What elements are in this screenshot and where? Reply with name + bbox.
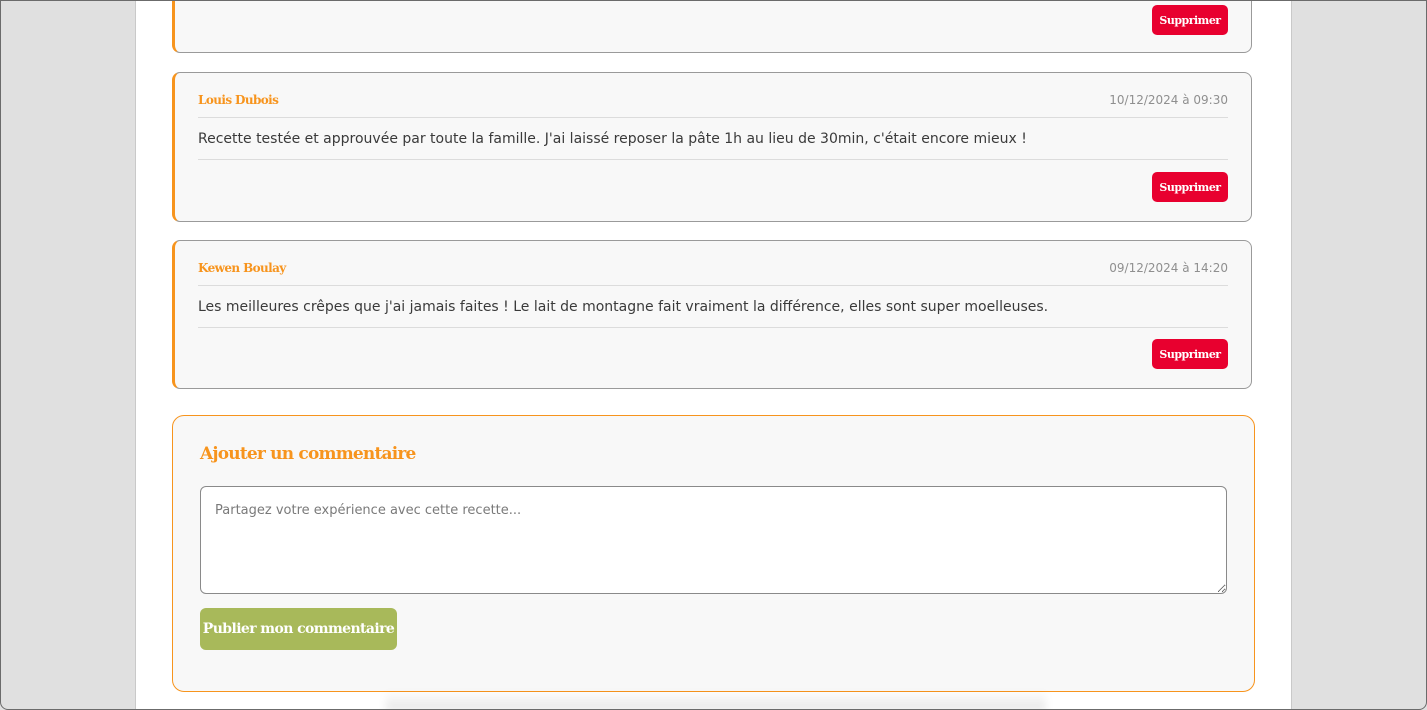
comment-text: Recette testée et approuvée par toute la…	[198, 131, 1228, 160]
browser-viewport: Supprimer Louis Dubois 10/12/2024 à 09:3…	[0, 0, 1427, 710]
comment-text: Les meilleures crêpes que j'ai jamais fa…	[198, 299, 1228, 328]
delete-comment-button[interactable]: Supprimer	[1152, 172, 1228, 202]
comment-author: Louis Dubois	[198, 93, 279, 107]
comment-textarea[interactable]	[200, 486, 1227, 594]
comment-author: Kewen Boulay	[198, 261, 286, 275]
comment-card: Supprimer	[172, 1, 1252, 53]
comment-header: Kewen Boulay 09/12/2024 à 14:20	[198, 259, 1228, 286]
recipe-page: Supprimer Louis Dubois 10/12/2024 à 09:3…	[135, 1, 1292, 709]
comment-card: Kewen Boulay 09/12/2024 à 14:20 Les meil…	[172, 240, 1252, 389]
comment-date: 10/12/2024 à 09:30	[1109, 93, 1228, 107]
form-title: Ajouter un commentaire	[200, 444, 416, 464]
add-comment-form: Ajouter un commentaire Publier mon comme…	[172, 415, 1255, 692]
comment-card: Louis Dubois 10/12/2024 à 09:30 Recette …	[172, 72, 1252, 222]
delete-comment-button[interactable]: Supprimer	[1152, 5, 1228, 35]
publish-comment-button[interactable]: Publier mon commentaire	[200, 608, 397, 650]
delete-comment-button[interactable]: Supprimer	[1152, 339, 1228, 369]
bottom-shadow	[386, 691, 1046, 709]
comment-header: Louis Dubois 10/12/2024 à 09:30	[198, 91, 1228, 118]
comment-date: 09/12/2024 à 14:20	[1109, 261, 1228, 275]
